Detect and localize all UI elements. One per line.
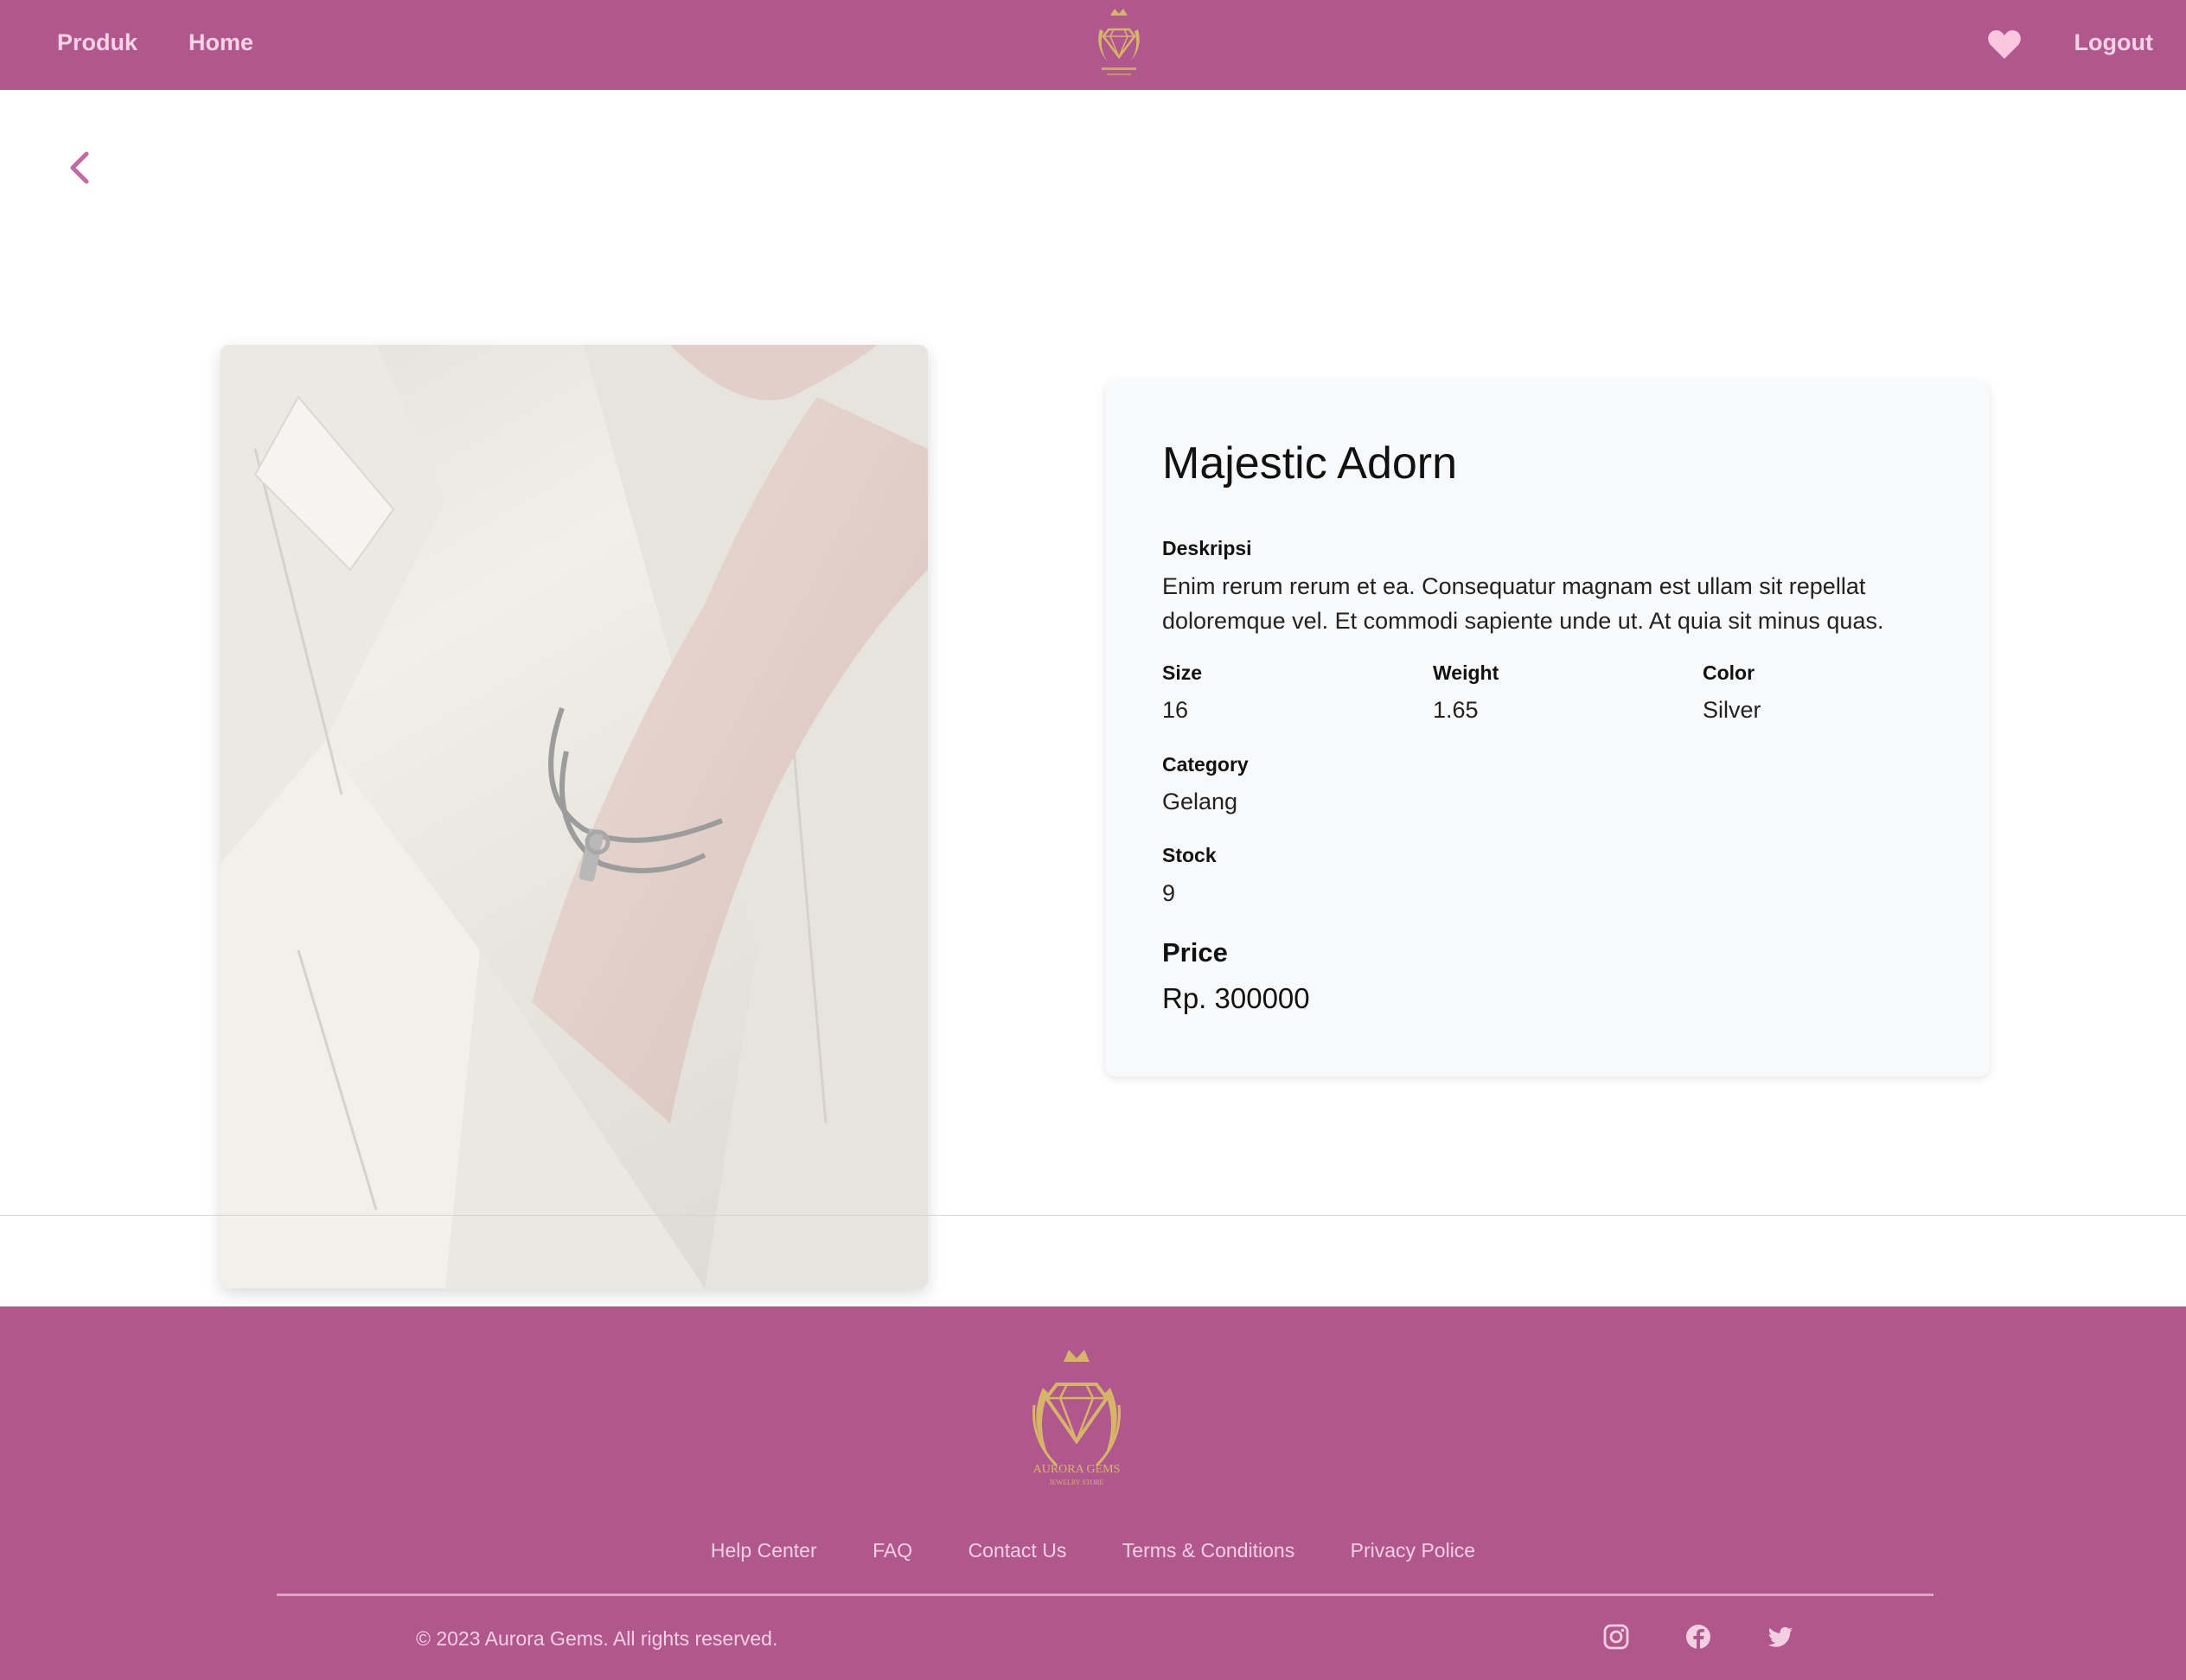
product-description: Enim rerum rerum et ea. Consequatur magn… xyxy=(1162,573,1884,634)
weight-value: 1.65 xyxy=(1433,697,1479,723)
category-value: Gelang xyxy=(1162,789,1238,814)
footer-logo: AURORA GEMS JEWELRY STORE xyxy=(1032,1350,1121,1486)
color-label: Color xyxy=(1703,661,1755,684)
footer-link-privacy[interactable]: Privacy Police xyxy=(1351,1539,1475,1562)
stock-value: 9 xyxy=(1162,880,1176,906)
facebook-icon[interactable] xyxy=(1684,1623,1712,1651)
aurora-gems-logo[interactable] xyxy=(1088,3,1150,81)
product-detail-card: Majestic Adorn Deskripsi Enim rerum reru… xyxy=(1105,380,1990,1076)
category-label: Category xyxy=(1162,753,1249,776)
top-navbar: Produk Home Logout xyxy=(0,0,2186,90)
footer-link-faq[interactable]: FAQ xyxy=(872,1539,912,1562)
footer-divider xyxy=(277,1594,1934,1596)
footer-links: Help Center FAQ Contact Us Terms & Condi… xyxy=(0,1539,2186,1562)
footer-link-contact-us[interactable]: Contact Us xyxy=(968,1539,1067,1562)
nav-home-link[interactable]: Home xyxy=(189,29,253,56)
footer-logo-subtext: JEWELRY STORE xyxy=(1050,1479,1104,1486)
size-label: Size xyxy=(1162,661,1203,684)
instagram-icon[interactable] xyxy=(1602,1623,1630,1651)
product-name: Majestic Adorn xyxy=(1162,438,1458,489)
price-value: Rp. 300000 xyxy=(1162,982,1310,1014)
stock-label: Stock xyxy=(1162,844,1217,866)
back-button[interactable] xyxy=(62,147,97,188)
color-value: Silver xyxy=(1703,697,1761,723)
footer-logo-text: AURORA GEMS xyxy=(1033,1463,1121,1476)
footer-link-help-center[interactable]: Help Center xyxy=(711,1539,817,1562)
footer: AURORA GEMS JEWELRY STORE Help Center FA… xyxy=(0,1306,2186,1680)
copyright-text: © 2023 Aurora Gems. All rights reserved. xyxy=(416,1627,778,1650)
heart-icon[interactable] xyxy=(1987,29,2022,61)
product-image xyxy=(221,345,928,1288)
description-label: Deskripsi xyxy=(1162,537,1252,559)
twitter-icon[interactable] xyxy=(1767,1623,1794,1651)
size-value: 16 xyxy=(1162,697,1189,723)
weight-label: Weight xyxy=(1433,661,1499,684)
footer-link-terms[interactable]: Terms & Conditions xyxy=(1122,1539,1294,1562)
price-label: Price xyxy=(1162,937,1228,968)
nav-produk-link[interactable]: Produk xyxy=(57,29,137,56)
page-divider xyxy=(0,1215,2186,1216)
logout-link[interactable]: Logout xyxy=(2074,29,2153,56)
